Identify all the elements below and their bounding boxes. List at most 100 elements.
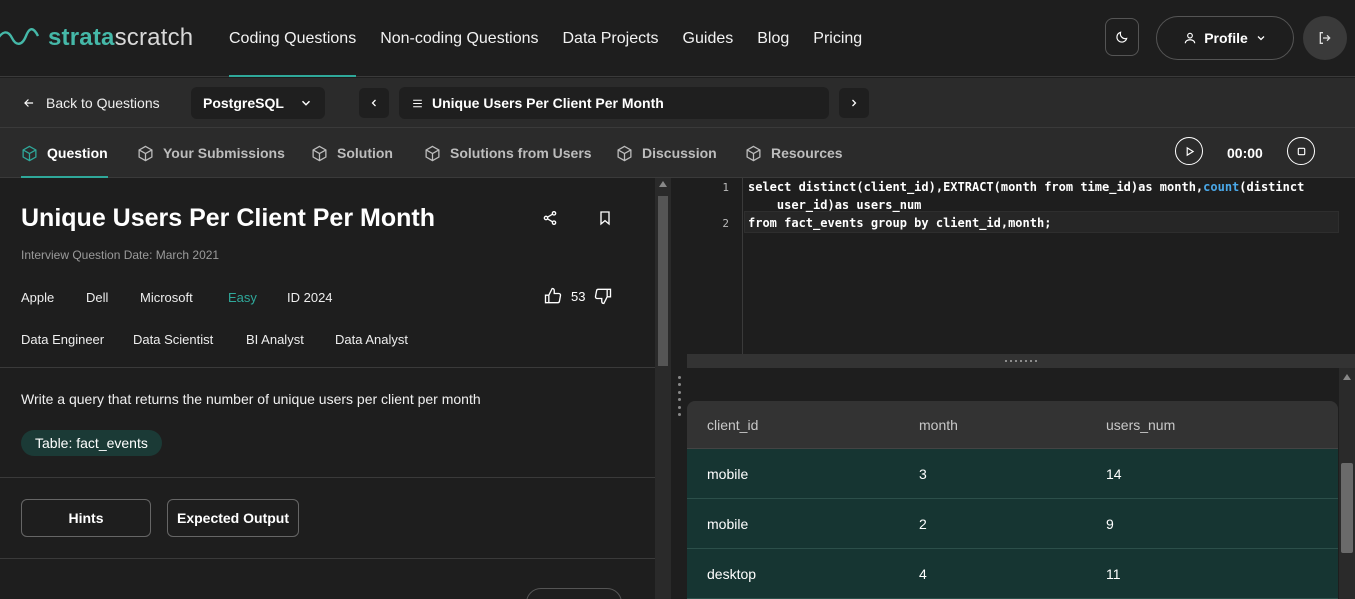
code-editor[interactable]: 1 2 select distinct(client_id),EXTRACT(m… [687,178,1355,354]
scrollbar-thumb[interactable] [658,196,668,366]
question-tabs: Question Your Submissions Solution Solut… [0,128,1355,178]
question-description: Write a query that returns the number of… [21,391,481,407]
company-tag[interactable]: Dell [86,290,108,305]
logo[interactable]: stratascratch [0,22,193,54]
code-line[interactable]: from fact_events group by client_id,mont… [748,216,1051,230]
database-select[interactable]: PostgreSQL [191,87,325,119]
question-select[interactable]: Unique Users Per Client Per Month [399,87,829,119]
table-cell: 4 [919,565,927,582]
splitter-grip-icon[interactable] [678,376,681,416]
tab-label: Question [47,145,108,161]
top-navbar: stratascratch Coding Questions Non-codin… [0,0,1355,77]
tab-discussion[interactable]: Discussion [616,128,717,178]
cube-icon [22,145,37,161]
results-panel: client_id month users_num mobile 3 14 mobile… [687,368,1355,599]
list-icon [413,99,422,107]
question-date: Interview Question Date: March 2021 [21,248,220,262]
bookmark-icon [600,211,610,226]
code-token-function: count [1203,180,1240,194]
tab-solution[interactable]: Solution [311,128,393,178]
table-cell: 2 [919,515,927,532]
tab-solutions-from-users[interactable]: Solutions from Users [424,128,592,178]
votes: 53 [543,286,613,306]
logo-icon [0,24,40,52]
chevron-down-icon [1257,36,1265,41]
next-question-button[interactable] [839,88,869,118]
moon-icon [1116,31,1128,43]
role-tag[interactable]: Data Engineer [21,332,104,347]
divider [0,558,655,559]
logo-text-scratch: scratch [114,24,194,51]
role-tag[interactable]: Data Scientist [133,332,213,347]
question-panel-scrollbar[interactable] [655,178,671,599]
theme-toggle-button[interactable] [1105,18,1139,56]
table-row: mobile 3 14 [687,449,1338,499]
results-table: client_id month users_num mobile 3 14 mobile… [687,401,1338,599]
previous-question-button[interactable] [359,88,389,118]
question-select-value: Unique Users Per Client Per Month [432,95,664,111]
table-header: client_id month users_num [687,401,1338,449]
column-header: client_id [707,416,759,433]
cube-icon [138,145,153,161]
cube-icon [746,145,761,161]
role-tag[interactable]: BI Analyst [246,332,304,347]
bookmark-button[interactable] [597,209,613,232]
table-row: desktop 4 11 [687,549,1338,599]
question-id: ID 2024 [287,290,333,305]
table-chip[interactable]: Table: fact_events [21,430,162,456]
expected-output-button[interactable]: Expected Output [167,499,299,537]
nav-data-projects[interactable]: Data Projects [563,0,659,77]
timer-play-button[interactable] [1175,137,1203,165]
chevron-left-icon [371,99,376,107]
table-cell: 11 [1106,565,1121,582]
panel-action-button[interactable] [526,588,622,599]
tab-label: Solutions from Users [450,145,592,161]
nav-coding-questions[interactable]: Coding Questions [229,0,357,77]
profile-button[interactable]: Profile [1156,16,1294,60]
chevron-right-icon [852,99,857,107]
logout-icon [1319,32,1331,44]
company-tag[interactable]: Apple [21,290,54,305]
results-scrollbar[interactable] [1339,368,1355,599]
database-select-value: PostgreSQL [203,95,284,111]
column-header: month [919,416,958,433]
company-tag[interactable]: Microsoft [140,290,193,305]
code-line-wrap[interactable]: user_id)as users_num [748,198,922,212]
stop-icon [1297,147,1305,155]
line-number-gutter: 1 2 [687,178,743,354]
cube-icon [312,145,327,161]
scroll-up-arrow-icon[interactable] [659,181,667,187]
thumbs-down-icon[interactable] [593,286,613,306]
tab-your-submissions[interactable]: Your Submissions [137,128,285,178]
cube-icon [617,145,632,161]
nav-non-coding-questions[interactable]: Non-coding Questions [380,0,538,77]
table-cell: 14 [1106,465,1122,482]
table-cell: mobile [707,515,749,532]
play-icon [1186,146,1194,156]
scrollbar-thumb[interactable] [1341,463,1353,553]
share-button[interactable] [542,210,558,231]
tab-resources[interactable]: Resources [745,128,843,178]
divider [0,367,655,368]
table-row: mobile 2 9 [687,499,1338,549]
tab-label: Solution [337,145,393,161]
scroll-up-arrow-icon[interactable] [1343,374,1351,380]
user-icon [1184,32,1196,44]
back-to-questions-link[interactable]: Back to Questions [22,78,160,128]
tab-question[interactable]: Question [21,128,108,178]
horizontal-splitter[interactable] [687,354,1355,368]
role-tag[interactable]: Data Analyst [335,332,408,347]
logout-button[interactable] [1303,16,1347,60]
nav-pricing[interactable]: Pricing [813,0,862,77]
table-cell: mobile [707,465,749,482]
nav-guides[interactable]: Guides [683,0,734,77]
code-line[interactable]: select distinct(client_id),EXTRACT(month… [748,180,1304,194]
timer-stop-button[interactable] [1287,137,1315,165]
main-nav: Coding Questions Non-coding Questions Da… [229,0,886,77]
hints-button[interactable]: Hints [21,499,151,537]
back-label: Back to Questions [46,95,160,111]
nav-blog[interactable]: Blog [757,0,789,77]
thumbs-up-icon[interactable] [543,286,563,306]
tab-label: Your Submissions [163,145,285,161]
table-cell: 3 [919,465,927,482]
